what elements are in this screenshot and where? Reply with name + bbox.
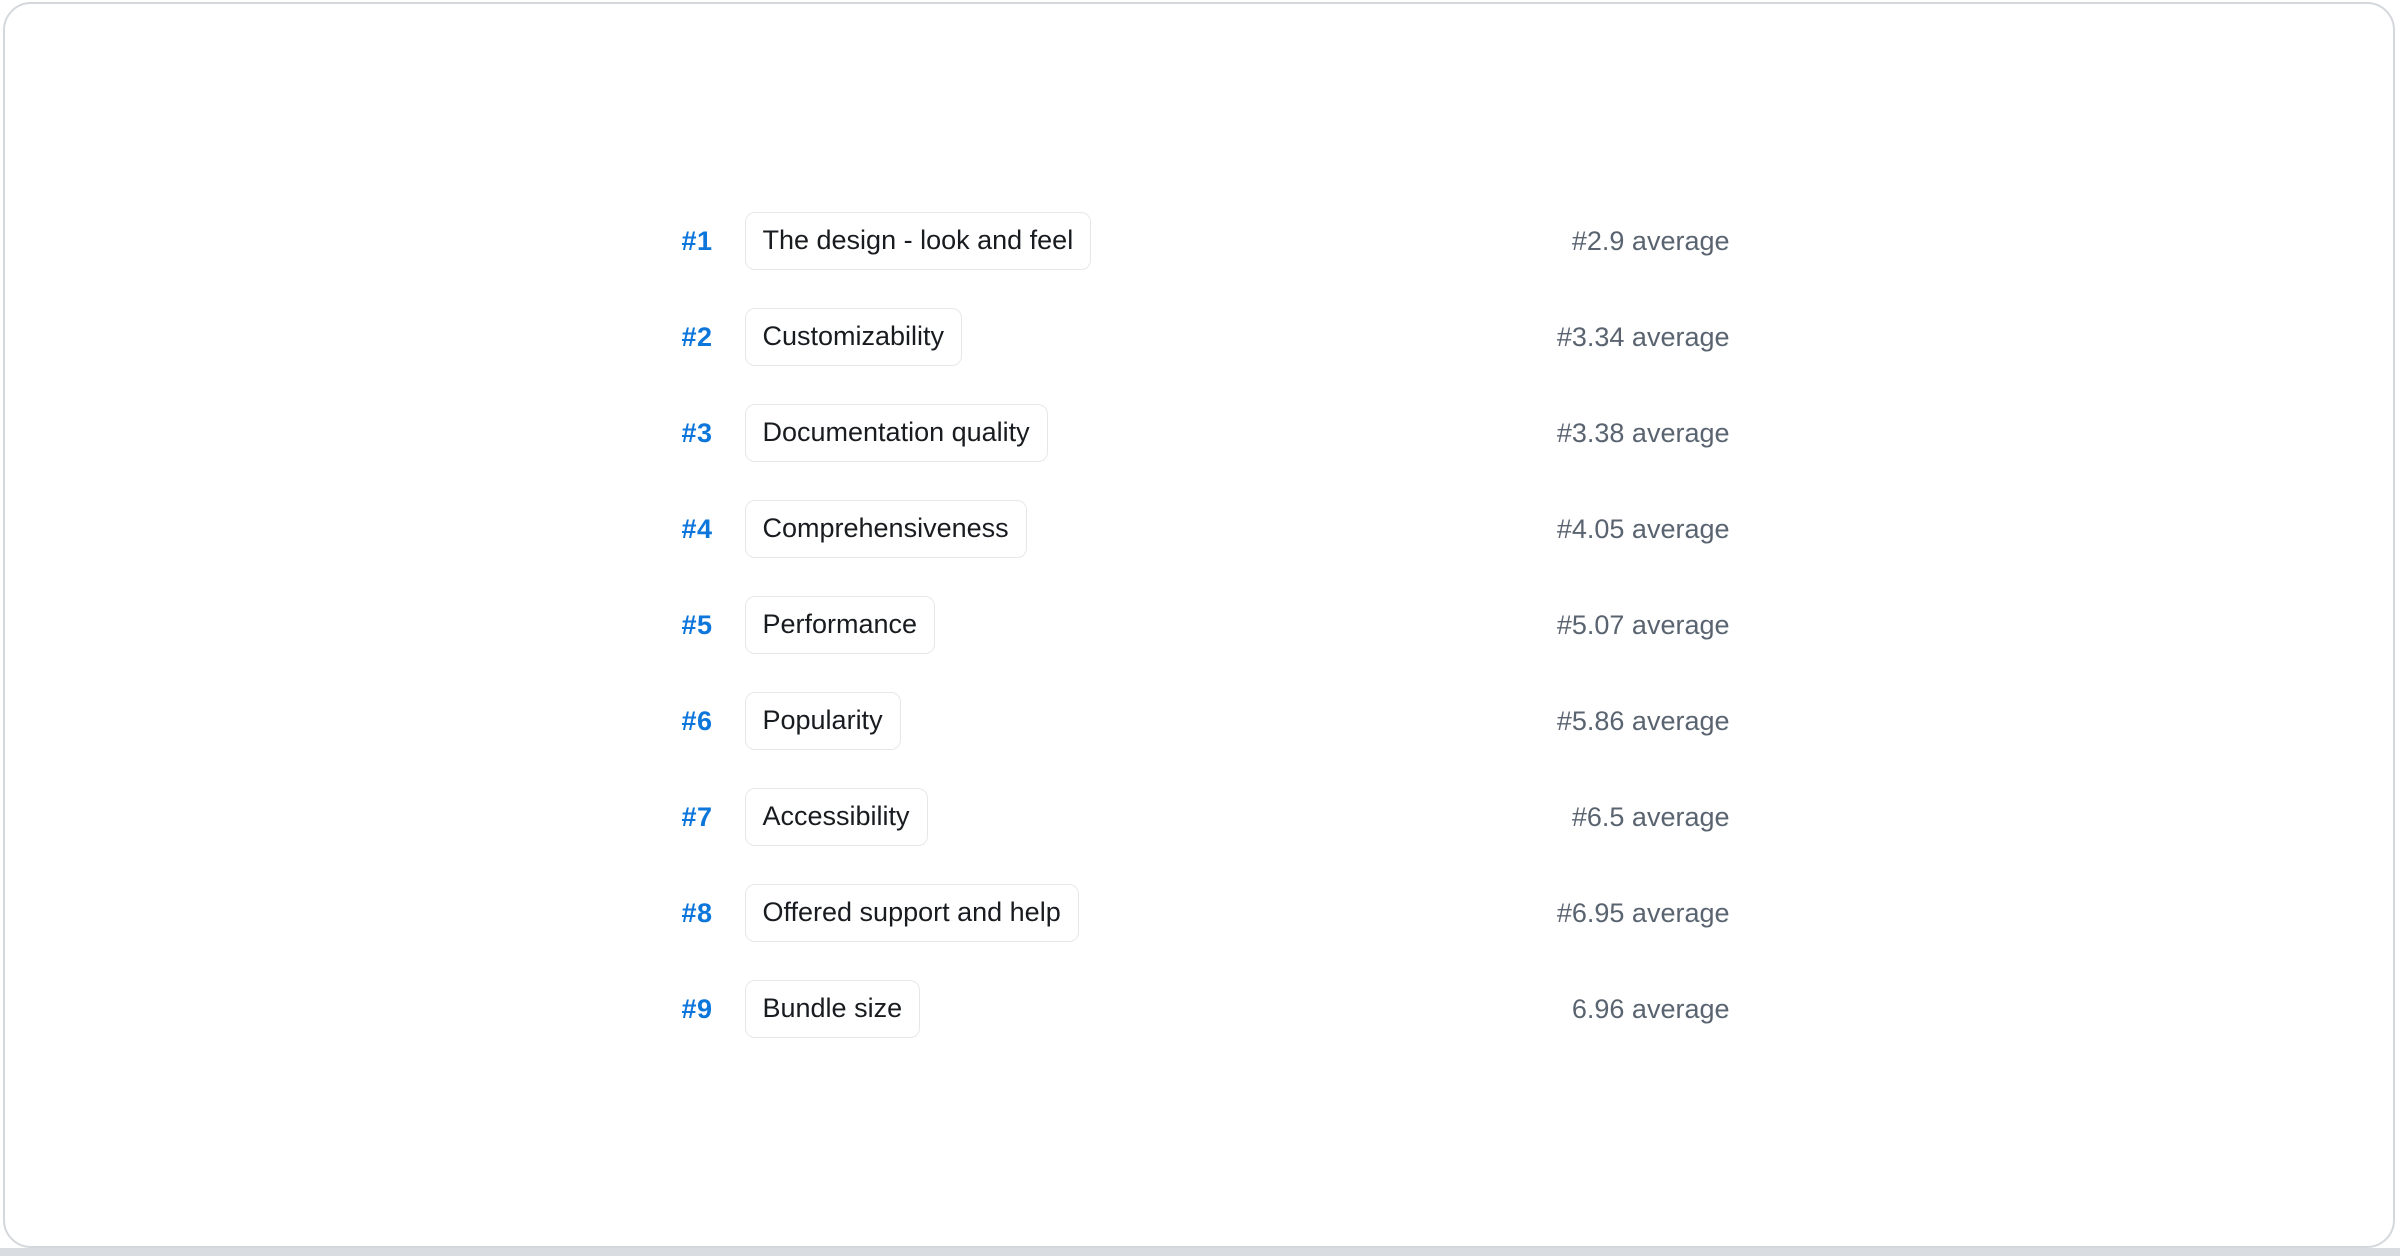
rank-badge: #9 [669,994,713,1025]
average-score: 6.96 average [1572,994,1730,1025]
ranking-option-card[interactable]: Offered support and help [745,884,1079,942]
ranking-option-card[interactable]: Accessibility [745,788,928,846]
ranking-option-label: Performance [763,609,918,639]
ranking-row: #8 Offered support and help #6.95 averag… [669,865,1730,961]
rank-badge: #4 [669,514,713,545]
ranking-option-label: Accessibility [763,801,910,831]
ranking-option-label: The design - look and feel [763,225,1074,255]
ranking-option-card[interactable]: The design - look and feel [745,212,1092,270]
average-score: #2.9 average [1572,226,1730,257]
rank-badge: #3 [669,418,713,449]
ranking-row: #4 Comprehensiveness #4.05 average [669,481,1730,577]
rank-badge: #8 [669,898,713,929]
average-score: #3.38 average [1557,418,1730,449]
ranking-option-card[interactable]: Bundle size [745,980,921,1038]
ranking-option-card[interactable]: Customizability [745,308,963,366]
average-score: #5.07 average [1557,610,1730,641]
ranking-row: #6 Popularity #5.86 average [669,673,1730,769]
ranking-option-label: Popularity [763,705,883,735]
rank-badge: #6 [669,706,713,737]
average-score: #6.5 average [1572,802,1730,833]
ranking-option-label: Offered support and help [763,897,1061,927]
rank-badge: #2 [669,322,713,353]
ranking-option-card[interactable]: Performance [745,596,936,654]
page-bottom-edge [0,1248,2400,1256]
average-score: #3.34 average [1557,322,1730,353]
ranking-option-card[interactable]: Comprehensiveness [745,500,1027,558]
average-score: #5.86 average [1557,706,1730,737]
ranking-option-card[interactable]: Documentation quality [745,404,1048,462]
ranking-row: #5 Performance #5.07 average [669,577,1730,673]
ranking-option-label: Comprehensiveness [763,513,1009,543]
ranking-option-label: Customizability [763,321,945,351]
rank-badge: #7 [669,802,713,833]
ranking-list: #1 The design - look and feel #2.9 avera… [669,193,1730,1057]
rank-badge: #1 [669,226,713,257]
ranking-row: #2 Customizability #3.34 average [669,289,1730,385]
ranking-option-card[interactable]: Popularity [745,692,901,750]
rank-badge: #5 [669,610,713,641]
ranking-option-label: Bundle size [763,993,903,1023]
ranking-row: #1 The design - look and feel #2.9 avera… [669,193,1730,289]
ranking-row: #7 Accessibility #6.5 average [669,769,1730,865]
ranking-results-card: #1 The design - look and feel #2.9 avera… [3,2,2395,1248]
average-score: #4.05 average [1557,514,1730,545]
ranking-option-label: Documentation quality [763,417,1030,447]
ranking-row: #3 Documentation quality #3.38 average [669,385,1730,481]
average-score: #6.95 average [1557,898,1730,929]
ranking-row: #9 Bundle size 6.96 average [669,961,1730,1057]
